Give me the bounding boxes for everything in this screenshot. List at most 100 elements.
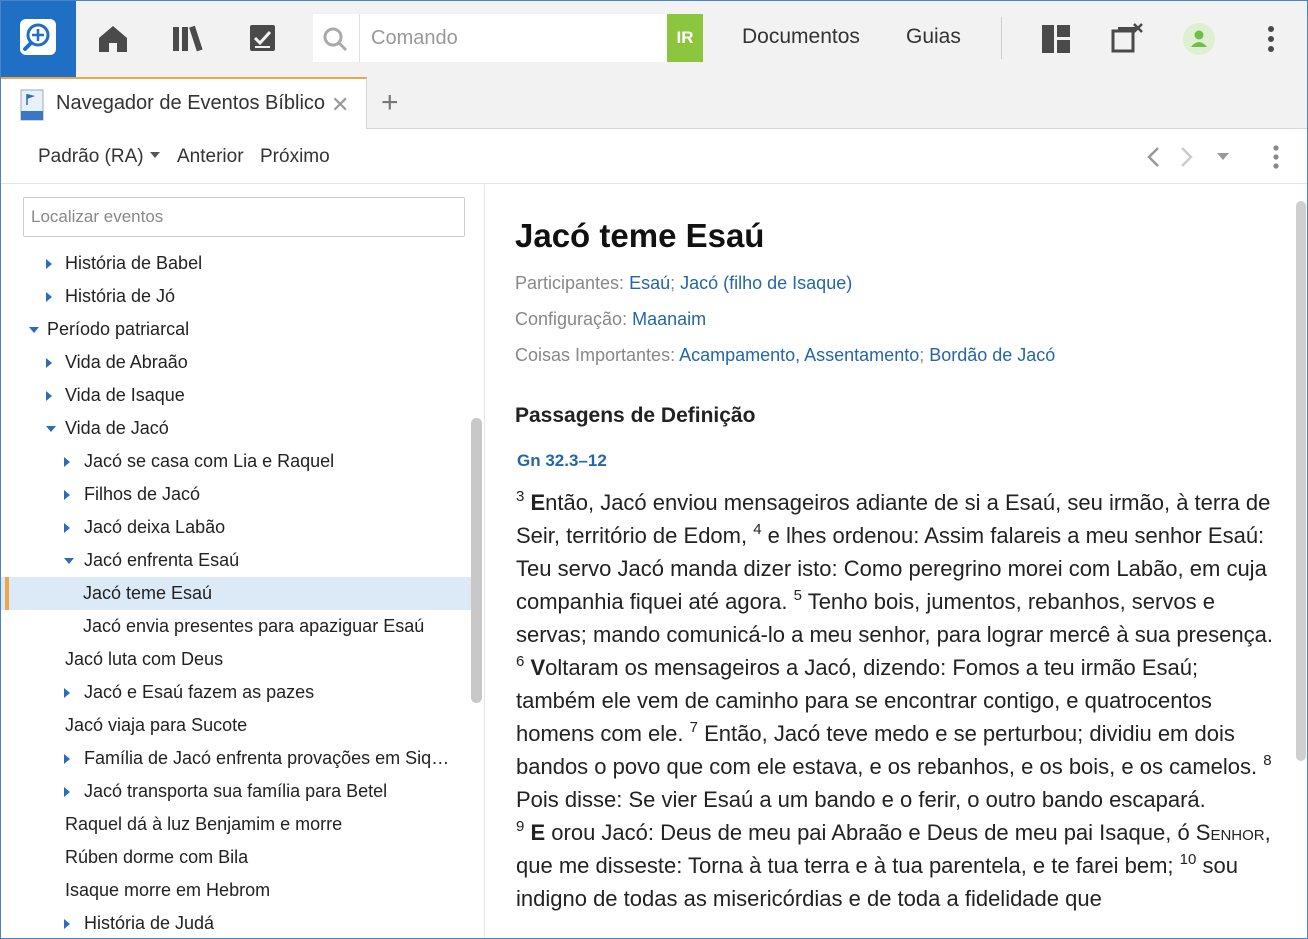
expand-arrow-icon[interactable] (46, 292, 52, 302)
separator: ; (670, 273, 681, 293)
forward-arrow-icon[interactable] (1176, 145, 1196, 169)
layout-icon[interactable] (1039, 21, 1075, 57)
expand-arrow-icon[interactable] (64, 490, 70, 500)
thing-link[interactable]: Bordão de Jacó (929, 345, 1055, 365)
expand-arrow-icon[interactable] (64, 919, 70, 929)
tree-item[interactable]: Jacó deixa Labão (1, 511, 471, 544)
paragraph: 9 E orou Jacó: Deus de meu pai Abraão e … (516, 816, 1276, 915)
history-dropdown-icon[interactable] (1217, 153, 1229, 161)
tree-item[interactable]: Jacó se casa com Lia e Raquel (1, 445, 471, 478)
nav-guides[interactable]: Guias (906, 25, 961, 49)
add-tab-button[interactable]: + (381, 86, 399, 120)
panel-toolbar: Padrão (RA) Anterior Próximo (1, 129, 1307, 184)
tree-item[interactable]: Período patriarcal (1, 313, 471, 346)
verse-number: 4 (753, 521, 762, 538)
paragraph: 3 Então, Jacó enviou mensageiros adiante… (516, 486, 1276, 651)
divider (1001, 17, 1002, 59)
next-button[interactable]: Próximo (260, 146, 330, 168)
tree-item[interactable]: Vida de Abraão (1, 346, 471, 379)
find-events-input[interactable] (24, 198, 464, 236)
expand-arrow-icon[interactable] (64, 754, 70, 764)
tree-item[interactable]: Jacó e Esaú fazem as pazes (1, 676, 471, 709)
close-tab-icon[interactable]: ✕ (331, 92, 349, 118)
tree-item[interactable]: Vida de Jacó (1, 412, 471, 445)
tree-item[interactable]: Filhos de Jacó (1, 478, 471, 511)
verse-text: orou Jacó: Deus de meu pai Abraão e Deus… (545, 820, 1196, 845)
home-icon[interactable] (95, 21, 131, 57)
tree-item-label: Jacó luta com Deus (65, 649, 224, 669)
configuration-row: Configuração: Maanaim (515, 309, 706, 330)
scrollbar[interactable] (1296, 201, 1306, 761)
checklist-icon[interactable] (245, 21, 281, 57)
tree-item[interactable]: Raquel dá à luz Benjamim e morre (1, 808, 471, 841)
back-arrow-icon[interactable] (1144, 145, 1164, 169)
close-panels-icon[interactable] (1109, 21, 1145, 57)
tree-item-label: Jacó viaja para Sucote (65, 715, 248, 735)
tab-biblical-events-navigator[interactable]: Navegador de Eventos Bíblico ✕ (1, 77, 367, 129)
expand-arrow-icon[interactable] (46, 358, 52, 368)
tree-item[interactable]: Jacó transporta sua família para Betel (1, 775, 471, 808)
version-dropdown[interactable]: Padrão (RA) (38, 146, 160, 168)
tree-item-label: História de Babel (65, 253, 203, 273)
expand-arrow-icon[interactable] (64, 688, 70, 698)
bible-passage: 3 Então, Jacó enviou mensageiros adiante… (516, 486, 1276, 915)
expand-arrow-icon[interactable] (64, 523, 70, 533)
participants-row: Participantes: Esaú; Jacó (filho de Isaq… (515, 273, 852, 294)
place-link[interactable]: Maanaim (632, 309, 706, 329)
participant-link[interactable]: Esaú (629, 273, 670, 293)
article-title: Jacó teme Esaú (515, 217, 765, 254)
collapse-arrow-icon[interactable] (64, 558, 74, 564)
divider (359, 14, 360, 62)
library-icon[interactable] (171, 21, 207, 57)
tree-item[interactable]: Família de Jacó enfrenta provações em Si… (1, 742, 471, 775)
tree-item[interactable]: Jacó luta com Deus (1, 643, 471, 676)
nav-documents[interactable]: Documentos (742, 25, 860, 49)
tree-item[interactable]: História de Jó (1, 280, 471, 313)
tree-item-label: Jacó envia presentes para apaziguar Esaú (83, 616, 425, 636)
expand-arrow-icon[interactable] (46, 391, 52, 401)
participant-link[interactable]: Jacó (filho de Isaque) (680, 273, 852, 293)
verse-number: 10 (1179, 851, 1197, 868)
logos-search-icon[interactable] (1, 1, 76, 77)
verse-number: 9 (516, 818, 525, 835)
section-title: Passagens de Definição (515, 404, 756, 427)
more-vertical-icon[interactable] (1253, 21, 1289, 57)
tree-item[interactable]: História de Judá (1, 907, 471, 938)
tree-item-label: Vida de Isaque (65, 385, 185, 405)
tree-item[interactable]: História de Babel (1, 247, 471, 280)
thing-link[interactable]: Acampamento, Assentamento (679, 345, 919, 365)
scrollbar[interactable] (471, 418, 482, 703)
go-button[interactable]: IR (667, 14, 703, 62)
tree-item[interactable]: Jacó viaja para Sucote (1, 709, 471, 742)
drop-letter: E (530, 820, 546, 845)
drop-letter: V (530, 655, 546, 680)
tree-item[interactable]: Rúben dorme com Bila (1, 841, 471, 874)
command-input[interactable] (371, 24, 661, 52)
expand-arrow-icon[interactable] (46, 259, 52, 269)
tree-item-selected[interactable]: Jacó teme Esaú (1, 577, 471, 610)
command-box: IR (313, 14, 703, 62)
previous-button[interactable]: Anterior (177, 146, 244, 168)
tab-bar: Navegador de Eventos Bíblico ✕ + (1, 77, 1307, 129)
configuration-label: Configuração: (515, 309, 633, 329)
tree-item-label: História de Judá (84, 913, 215, 933)
expand-arrow-icon[interactable] (64, 787, 70, 797)
user-avatar-icon[interactable] (1181, 21, 1217, 57)
panel-menu-icon[interactable] (1267, 143, 1285, 171)
version-label: Padrão (RA) (38, 146, 144, 167)
book-icon (20, 89, 44, 121)
tree-item[interactable]: Vida de Isaque (1, 379, 471, 412)
collapse-arrow-icon[interactable] (29, 327, 39, 333)
expand-arrow-icon[interactable] (64, 457, 70, 467)
scripture-reference-link[interactable]: Gn 32.3–12 (517, 451, 607, 471)
tree-item[interactable]: Isaque morre em Hebrom (1, 874, 471, 907)
tree-item-label: Período patriarcal (47, 319, 190, 339)
verse-number: 6 (516, 653, 525, 670)
collapse-arrow-icon[interactable] (46, 426, 56, 432)
events-tree-pane: História de Babel História de Jó Período p… (1, 185, 485, 938)
paragraph: 6 Voltaram os mensageiros a Jacó, dizend… (516, 651, 1276, 816)
tree-item[interactable]: Jacó enfrenta Esaú (1, 544, 471, 577)
tree-item-label: Raquel dá à luz Benjamim e morre (65, 814, 343, 834)
tree-item[interactable]: Jacó envia presentes para apaziguar Esaú (1, 610, 471, 643)
tree-item-label: Jacó transporta sua família para Betel (84, 781, 388, 801)
